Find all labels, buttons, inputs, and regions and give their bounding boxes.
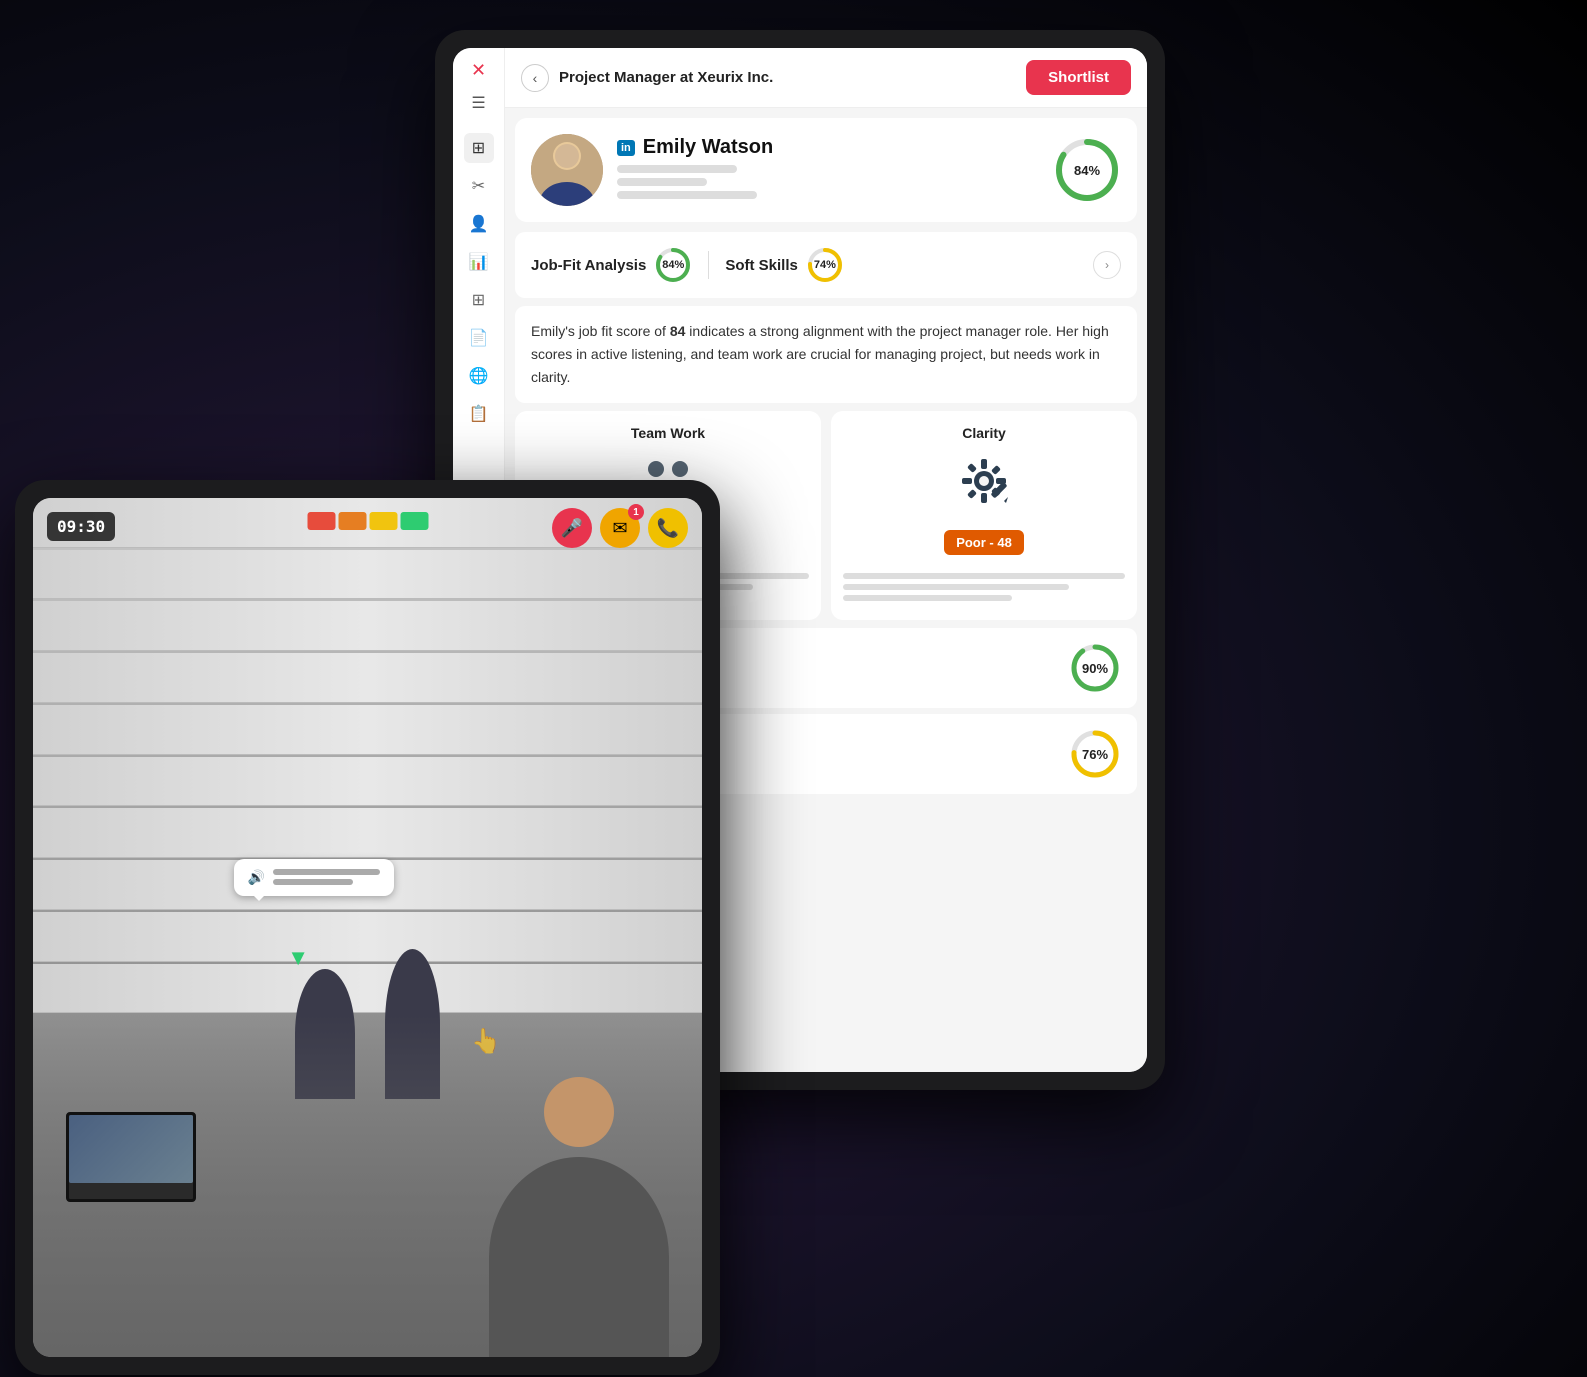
candidate-name-row: in Emily Watson [617,136,1039,159]
speech-bubble: 🔊 [234,859,394,896]
linkedin-icon: in [617,140,635,156]
phone-button[interactable]: 📞 [648,508,688,548]
tab-soft-skills-score: 74% [806,246,844,284]
bubble-line-1 [273,869,380,875]
sidebar-item-users[interactable]: 👤 [464,209,494,239]
skill-clarity-title: Clarity [843,425,1125,441]
bubble-lines [273,869,380,885]
app-header: ‹ Project Manager at Xeurix Inc. Shortli… [505,48,1147,108]
sidebar-item-dashboard[interactable]: ⊞ [464,133,494,163]
candidate-score: 84% [1053,136,1121,204]
shortlist-button[interactable]: Shortlist [1026,60,1131,95]
monitor [66,1112,196,1202]
skill-card-clarity: Clarity [831,411,1137,620]
skill-clarity-badge: Poor - 48 [944,530,1024,555]
info-line-3 [617,191,757,199]
back-button[interactable]: ‹ [521,64,549,92]
blind-slat [33,705,702,755]
tab-divider [708,251,709,279]
speaker-icon: 🔊 [248,869,265,886]
candidate-info: in Emily Watson [617,136,1039,204]
bubble-line-2 [273,879,353,885]
cursor-hand: 👆 [471,1027,501,1056]
info-line-2 [617,178,707,186]
message-button[interactable]: ✉ 1 [600,508,640,548]
analysis-section: Emily's job fit score of 84 indicates a … [515,306,1137,403]
sidebar-item-file[interactable]: 📋 [464,399,494,429]
color-seg-yellow [369,512,397,530]
sidebar-item-globe[interactable]: 🌐 [464,361,494,391]
video-scene: 09:30 🎤 ✉ 1 📞 🔊 [33,498,702,1357]
tab-job-fit[interactable]: Job-Fit Analysis 84% [531,242,692,288]
header-title: Project Manager at Xeurix Inc. [559,69,773,86]
mic-button[interactable]: 🎤 [552,508,592,548]
competency-pm-score: 90% [1069,642,1121,694]
sidebar-item-analytics[interactable]: ✂ [464,171,494,201]
menu-icon[interactable]: ☰ [471,93,485,113]
sidebar-item-document[interactable]: 📄 [464,323,494,353]
info-line-1 [617,165,737,173]
skill-teamwork-title: Team Work [527,425,809,441]
sidebar-item-grid[interactable]: ⊞ [464,285,494,315]
competency-st-score: 76% [1069,728,1121,780]
tab-job-fit-score-text: 84% [662,259,684,271]
skill-clarity-icon [843,451,1125,520]
tablet-front-screen: 09:30 🎤 ✉ 1 📞 🔊 [33,498,702,1357]
tab-next-button[interactable]: › [1093,251,1121,279]
video-time: 09:30 [47,512,115,541]
tablet-front: 09:30 🎤 ✉ 1 📞 🔊 [15,480,720,1375]
color-seg-orange [338,512,366,530]
color-seg-red [307,512,335,530]
candidate-score-text: 84% [1074,163,1100,178]
candidate-name: Emily Watson [643,136,773,159]
tabs-row: Job-Fit Analysis 84% Soft Skills [515,232,1137,298]
blind-slat [33,601,702,651]
avatar [531,134,603,206]
competency-pm-score-text: 90% [1082,661,1108,676]
blind-slat [33,808,702,858]
close-icon[interactable]: ✕ [471,60,486,81]
video-controls-right: 🎤 ✉ 1 📞 [552,508,688,548]
foreground-person [489,1077,669,1357]
tab-job-fit-score: 84% [654,246,692,284]
indicator-arrow: ▼ [287,945,309,971]
skill-clarity-lines [843,573,1125,601]
analysis-text: Emily's job fit score of 84 indicates a … [531,320,1121,389]
color-seg-green [400,512,428,530]
tab-soft-skills-label: Soft Skills [725,257,798,274]
tab-job-fit-label: Job-Fit Analysis [531,257,646,274]
blind-slat [33,653,702,703]
video-color-bar [307,512,428,530]
blind-slat [33,550,702,600]
tab-soft-skills[interactable]: Soft Skills 74% [725,242,844,288]
blind-slat [33,757,702,807]
header-left: ‹ Project Manager at Xeurix Inc. [521,64,773,92]
sidebar-item-reports[interactable]: 📊 [464,247,494,277]
competency-st-score-text: 76% [1082,747,1108,762]
tab-soft-skills-score-text: 74% [814,259,836,271]
message-badge: 1 [628,504,644,520]
candidate-card: in Emily Watson 84% [515,118,1137,222]
